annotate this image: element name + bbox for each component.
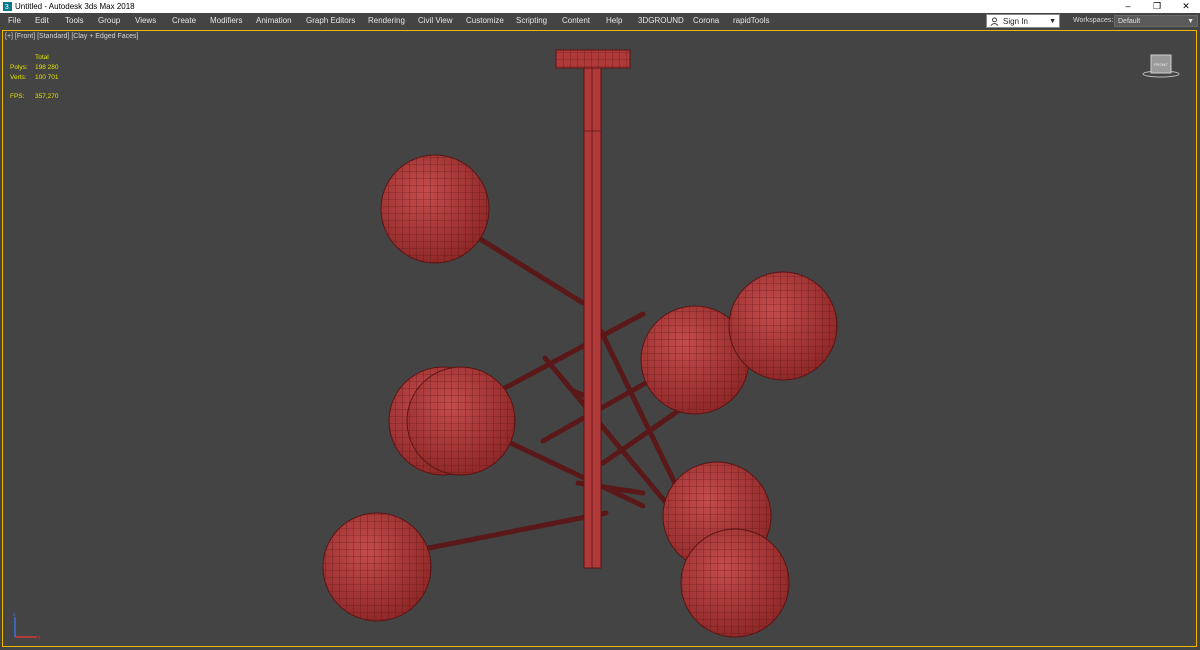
verts-label: Verts: — [10, 74, 27, 81]
front-viewport[interactable]: [+] [Front] [Standard] [Clay + Edged Fac… — [2, 30, 1197, 647]
svg-text:3: 3 — [5, 2, 9, 11]
restore-button[interactable]: ❐ — [1143, 0, 1171, 13]
menu-rapidtools[interactable]: rapidTools — [733, 13, 769, 29]
fps-value: 357,270 — [35, 93, 59, 100]
menu-3dground[interactable]: 3DGROUND — [638, 13, 684, 29]
menu-bar: File Edit Tools Group Views Create Modif… — [0, 13, 1200, 29]
menu-views[interactable]: Views — [135, 13, 156, 29]
window-title: Untitled - Autodesk 3ds Max 2018 — [15, 2, 135, 11]
menu-modifiers[interactable]: Modifiers — [210, 13, 242, 29]
sign-in-dropdown[interactable]: Sign In ▼ — [986, 14, 1060, 28]
viewcube-face-label: FRONT — [1154, 62, 1168, 67]
verts-value: 100 701 — [35, 74, 59, 81]
polys-value: 198 280 — [35, 64, 59, 71]
polys-label: Polys: — [10, 64, 28, 71]
viewport-label[interactable]: [+] [Front] [Standard] [Clay + Edged Fac… — [5, 33, 138, 40]
menu-help[interactable]: Help — [606, 13, 622, 29]
menu-graph-editors[interactable]: Graph Editors — [306, 13, 355, 29]
workspaces-label: Workspaces: — [1073, 17, 1114, 24]
menu-content[interactable]: Content — [562, 13, 590, 29]
chandelier-model[interactable] — [3, 31, 1197, 647]
menu-animation[interactable]: Animation — [256, 13, 292, 29]
chevron-down-icon: ▼ — [1187, 18, 1194, 25]
svg-text:x: x — [38, 635, 41, 641]
menu-edit[interactable]: Edit — [35, 13, 49, 29]
menu-group[interactable]: Group — [98, 13, 120, 29]
workspaces-select[interactable]: Default ▼ — [1114, 15, 1198, 27]
menu-file[interactable]: File — [8, 13, 21, 29]
title-bar: 3 Untitled - Autodesk 3ds Max 2018 – ❐ ✕ — [0, 0, 1200, 13]
fps-readout: FPS: 357,270 — [10, 93, 59, 100]
close-button[interactable]: ✕ — [1172, 0, 1200, 13]
menu-scripting[interactable]: Scripting — [516, 13, 547, 29]
menu-corona[interactable]: Corona — [693, 13, 719, 29]
axis-tripod-icon: x z — [13, 612, 41, 641]
fps-label: FPS: — [10, 93, 25, 100]
menu-customize[interactable]: Customize — [466, 13, 504, 29]
workspaces-value: Default — [1118, 18, 1141, 25]
menu-civil-view[interactable]: Civil View — [418, 13, 453, 29]
chevron-down-icon: ▼ — [1049, 18, 1056, 25]
scene-statistics: Total Polys: 198 280 Verts: 100 701 — [10, 53, 90, 83]
3dsmax-app-icon: 3 — [3, 2, 12, 11]
menu-create[interactable]: Create — [172, 13, 196, 29]
menu-tools[interactable]: Tools — [65, 13, 84, 29]
menu-rendering[interactable]: Rendering — [368, 13, 405, 29]
user-icon — [990, 17, 999, 26]
stats-total-label: Total — [35, 54, 49, 61]
minimize-button[interactable]: – — [1114, 0, 1142, 13]
sign-in-label: Sign In — [1003, 17, 1028, 26]
viewcube-icon[interactable]: FRONT — [1141, 51, 1181, 81]
